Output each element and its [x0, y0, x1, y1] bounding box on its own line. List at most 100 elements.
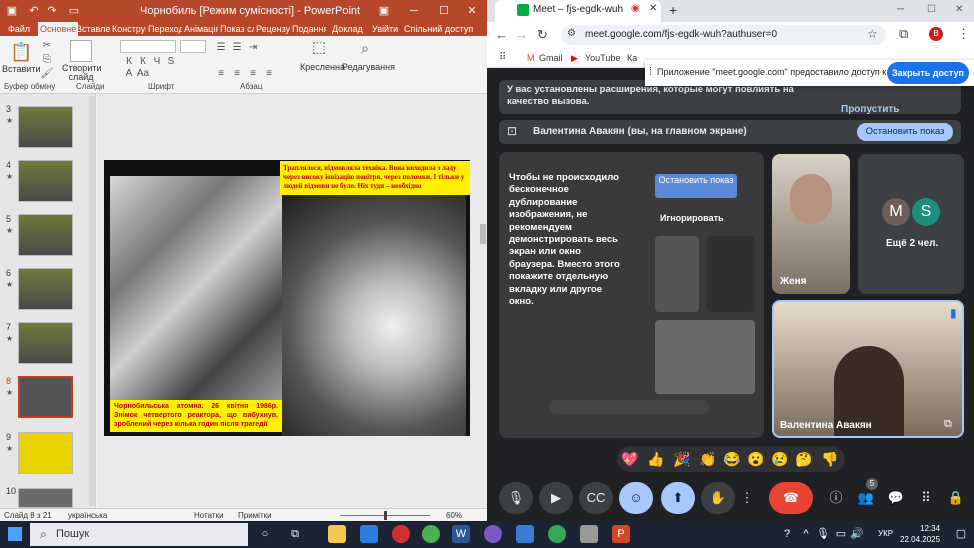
powerpoint-icon[interactable]: P: [612, 525, 630, 543]
info-icon[interactable]: ⓘ: [819, 482, 853, 514]
tab-animation[interactable]: Анімація: [184, 22, 218, 36]
apps-icon[interactable]: ⠿: [499, 52, 506, 63]
explorer-icon[interactable]: [328, 525, 346, 543]
tab-slideshow[interactable]: Показ слайдів: [220, 22, 254, 36]
numbering-icon[interactable]: ☰: [230, 42, 244, 54]
input-language[interactable]: УКР: [878, 529, 893, 538]
tab-insert[interactable]: Вставлення: [76, 22, 111, 36]
slide-thumbnail[interactable]: [18, 322, 73, 364]
more-options-button[interactable]: ⋮: [737, 482, 757, 514]
slide-thumbnail[interactable]: [18, 268, 73, 310]
save-icon[interactable]: ▣: [4, 3, 20, 19]
close-tab-icon[interactable]: ✕: [649, 3, 657, 14]
shapes-icon[interactable]: ⬚: [310, 40, 328, 60]
tab-review[interactable]: Рецензування: [256, 22, 290, 36]
reload-icon[interactable]: ↻: [537, 27, 548, 43]
bookmark-ka[interactable]: Ка: [627, 53, 637, 63]
app-icon[interactable]: [516, 525, 534, 543]
close-button[interactable]: ✕: [464, 3, 480, 19]
font-color-icon[interactable]: A: [122, 68, 136, 80]
network-icon[interactable]: ▭: [834, 525, 848, 543]
ribbon-display-icon[interactable]: ▣: [376, 3, 392, 19]
help-icon[interactable]: ?: [780, 525, 794, 543]
font-size-select[interactable]: [180, 40, 206, 53]
chrome-icon[interactable]: [422, 525, 440, 543]
bullets-icon[interactable]: ☰: [214, 42, 228, 54]
paste-icon[interactable]: 📋: [10, 40, 32, 64]
mic-button[interactable]: 🎙: [499, 482, 533, 514]
underline-icon[interactable]: Ч: [150, 56, 164, 68]
bold-icon[interactable]: К: [122, 56, 136, 68]
close-icon[interactable]: ✕: [955, 4, 963, 15]
stop-presenting-button[interactable]: Остановить показ: [857, 123, 953, 141]
bookmark-star-icon[interactable]: ☆: [867, 27, 878, 41]
format-painter-icon[interactable]: 🖌: [40, 68, 54, 80]
extensions-icon[interactable]: ⧉: [899, 26, 908, 42]
undo-icon[interactable]: ↶: [26, 3, 42, 19]
zoom-slider-thumb[interactable]: [384, 511, 387, 520]
cut-icon[interactable]: ✂: [40, 40, 54, 52]
tab-tell-me[interactable]: Доклад: [332, 22, 368, 36]
editor-scrollbar[interactable]: [480, 224, 486, 244]
host-controls-icon[interactable]: 🔒: [939, 482, 973, 514]
tab-design[interactable]: Конструктор: [112, 22, 146, 36]
address-bar[interactable]: ⚙ meet.google.com/fjs-egdk-wuh?authuser=…: [561, 25, 886, 45]
slide-thumbnail[interactable]: [18, 214, 73, 256]
tab-home[interactable]: Основне: [38, 22, 79, 36]
drawing-button[interactable]: Кресленна: [300, 62, 345, 72]
sad-reaction-icon[interactable]: 😢: [771, 451, 789, 467]
tab-transitions[interactable]: Переходи: [148, 22, 182, 36]
present-button[interactable]: ⬆: [661, 482, 695, 514]
slide-thumbnails-pane[interactable]: 3 ★ 4 ★ 5 ★ 6 ★ 7 ★ 8 ★ 9 ★ 10: [0, 94, 96, 508]
profile-avatar[interactable]: В: [929, 27, 943, 41]
thumbs-up-reaction-icon[interactable]: 👍: [647, 451, 665, 467]
participant-tile-more[interactable]: M S Ещё 2 чел.: [858, 154, 964, 294]
volume-icon[interactable]: 🔊: [850, 525, 864, 543]
tab-file[interactable]: Файл: [8, 22, 30, 36]
italic-icon[interactable]: К: [136, 56, 150, 68]
justify-icon[interactable]: ≡: [262, 68, 276, 80]
participant-tile-self[interactable]: ▮ Валентина Авакян ⧉: [772, 300, 964, 438]
back-icon[interactable]: ←: [495, 27, 508, 42]
overlay-ignore-button[interactable]: Игнорировать: [660, 213, 724, 223]
drag-handle-icon[interactable]: ⁞: [649, 66, 652, 78]
skip-link[interactable]: Пропустить: [841, 104, 899, 115]
captions-button[interactable]: CC: [579, 482, 613, 514]
chrome-active-icon[interactable]: [548, 525, 566, 543]
thinking-reaction-icon[interactable]: 🤔: [795, 451, 813, 467]
language-status[interactable]: українська: [68, 511, 107, 520]
tab-view[interactable]: Подання: [292, 22, 326, 36]
party-reaction-icon[interactable]: 🎉: [673, 451, 691, 467]
url-text[interactable]: meet.google.com/fjs-egdk-wuh?authuser=0: [585, 29, 777, 40]
overlay-stop-button[interactable]: Остановить показ: [655, 174, 737, 198]
notes-button[interactable]: Нотатки: [194, 511, 224, 520]
zoom-level[interactable]: 60%: [446, 511, 462, 520]
new-slide-icon[interactable]: [70, 40, 92, 62]
site-info-icon[interactable]: ⚙: [567, 28, 576, 39]
minimize-button[interactable]: ─: [406, 3, 422, 19]
heart-reaction-icon[interactable]: 💖: [621, 451, 639, 467]
taskbar-clock[interactable]: 12:34 22.04.2025: [900, 523, 940, 545]
cortana-icon[interactable]: ○: [256, 525, 274, 543]
slide-thumbnail-selected[interactable]: [18, 376, 73, 418]
camera-button[interactable]: ▶: [539, 482, 573, 514]
stop-sharing-button[interactable]: Закрыть доступ: [887, 62, 969, 84]
mic-tray-icon[interactable]: 🎙: [816, 525, 830, 543]
tab-meet[interactable]: Meet – fjs-egdk-wuh ◉ ✕: [495, 0, 661, 22]
pip-icon[interactable]: ⧉: [944, 418, 952, 431]
char-spacing-icon[interactable]: Aa: [136, 68, 150, 80]
activities-icon[interactable]: ⠿: [909, 482, 943, 514]
slide-thumbnail[interactable]: [18, 432, 73, 474]
menu-icon[interactable]: ⋮: [957, 26, 970, 42]
opera-icon[interactable]: [392, 525, 410, 543]
slide-thumbnail[interactable]: [18, 160, 73, 202]
leave-call-button[interactable]: ☎: [769, 482, 813, 514]
indent-icon[interactable]: ⇥: [246, 42, 260, 54]
taskbar-search[interactable]: ⌕ Пошук: [30, 523, 248, 546]
present-icon[interactable]: ▭: [66, 3, 82, 19]
new-slide-button[interactable]: Створити слайд: [62, 64, 102, 82]
redo-icon[interactable]: ↷: [44, 3, 60, 19]
font-name-select[interactable]: [120, 40, 176, 53]
raise-hand-button[interactable]: ✋: [701, 482, 735, 514]
caption-top[interactable]: Траплялося, відмовляла техніка. Вона вих…: [280, 161, 470, 195]
